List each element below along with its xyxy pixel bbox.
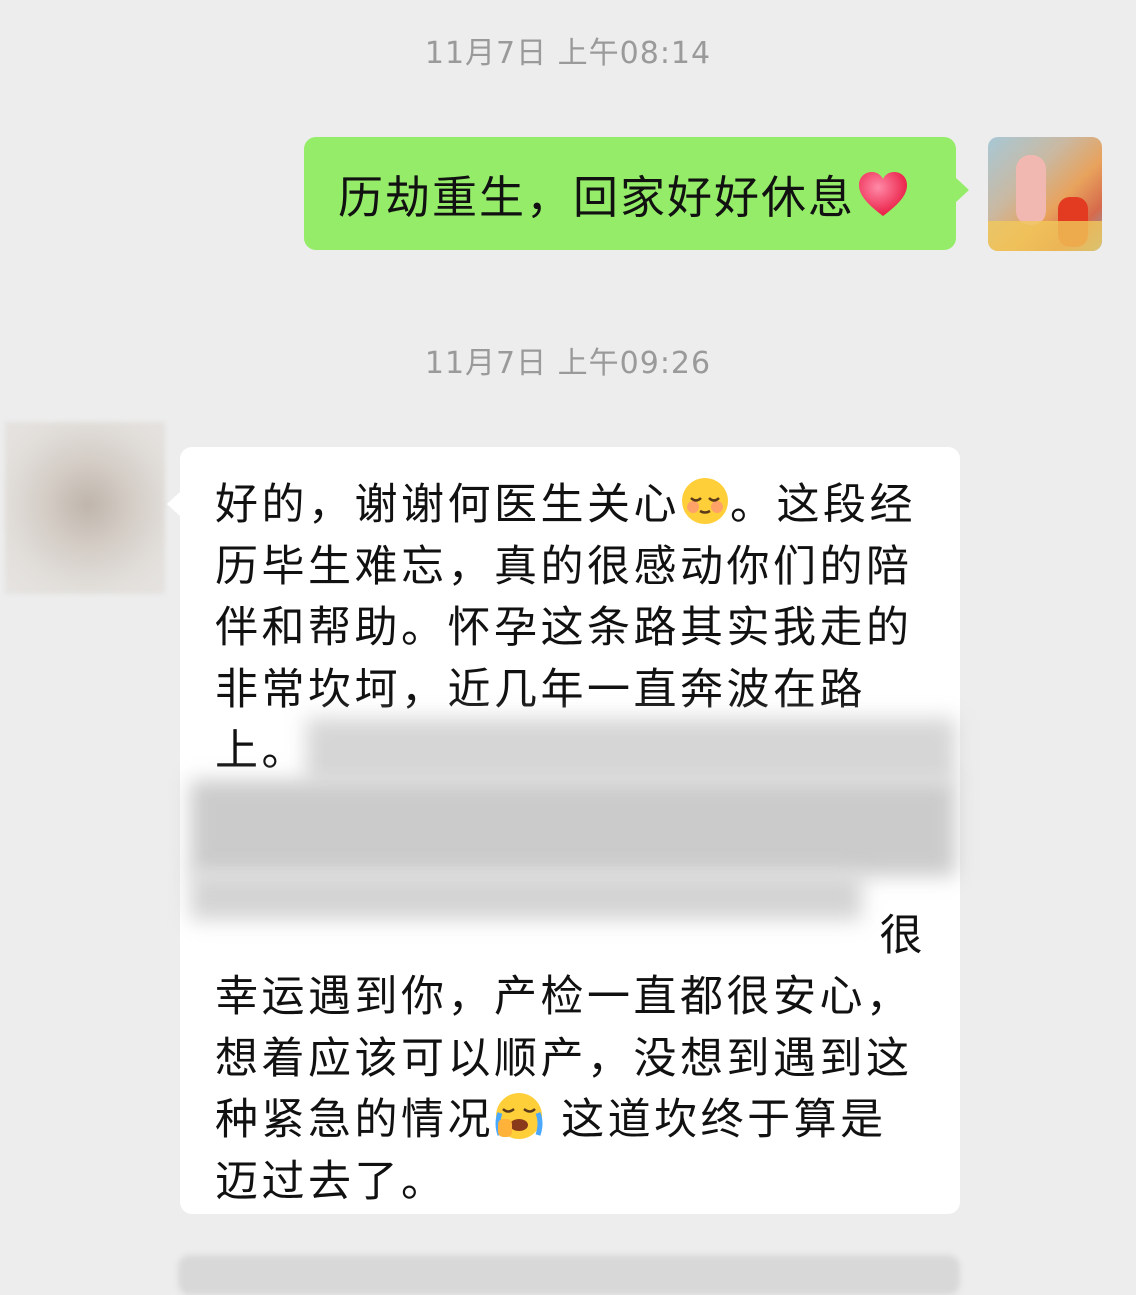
sent-message-bubble[interactable]: 历劫重生，回家好好休息 [304,137,969,250]
message-line: 这道坎终于算是 [544,1095,887,1145]
redacted-text-block [190,780,956,876]
message-line: 好的，谢谢何医生关心 [215,480,680,530]
message-line: 。这段经 [730,480,916,530]
avatar-figure [1016,155,1046,225]
blushing-face-icon [682,478,728,524]
message-line: 非常坎坷，近几年一直奔波在路 [215,664,866,715]
loudly-crying-face-icon [495,1093,543,1139]
message-line: 伴和帮助。怀孕这条路其实我走的 [215,603,913,653]
contact-avatar[interactable] [5,422,165,594]
message-line: 种紧急的情况 [215,1095,494,1145]
message-line: 迈过去了。 [215,1156,448,1207]
message-line: 想着应该可以顺产，没想到遇到这 [215,1033,913,1084]
avatar-floor [988,221,1102,251]
chat-timestamp: 11月7日 上午08:14 [424,36,712,71]
message-line: 历毕生难忘，真的很感动你们的陪 [215,541,913,592]
redacted-text-block [306,718,956,782]
heart-icon [859,171,908,216]
chat-timestamp: 11月7日 上午09:26 [424,346,712,381]
message-line: 幸运遇到你，产检一直都很安心， [215,972,913,1022]
next-message-bubble-partial [178,1255,960,1295]
self-avatar[interactable] [988,137,1102,251]
sent-message-text: 历劫重生，回家好好休息 [338,171,856,224]
redacted-text-block [190,872,862,920]
